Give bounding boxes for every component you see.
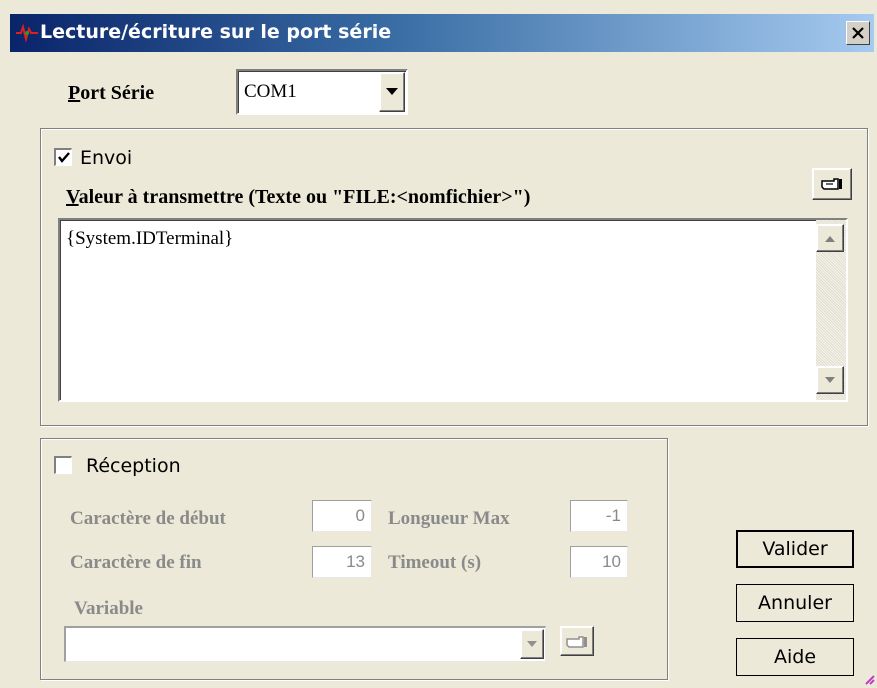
variable-label: Variable — [74, 598, 143, 619]
reception-checkbox[interactable] — [54, 456, 72, 474]
value-textarea[interactable]: {System.IDTerminal} — [58, 218, 848, 402]
ok-button[interactable]: Valider — [736, 530, 854, 568]
chevron-down-icon — [386, 88, 398, 95]
end-char-label: Caractère de fin — [70, 552, 202, 573]
arrow-down-icon — [825, 377, 835, 383]
timeout-label: Timeout (s) — [388, 552, 482, 573]
variable-dropdown-button[interactable] — [520, 629, 544, 659]
port-dropdown-button[interactable] — [379, 72, 405, 112]
close-button[interactable] — [846, 21, 870, 45]
value-label-text: aleur à transmettre (Texte ou "FILE:<nom… — [78, 186, 531, 208]
port-label-text: ort Série — [80, 82, 155, 104]
window-title: Lecture/écriture sur le port série — [40, 21, 392, 43]
start-char-label: Caractère de début — [70, 508, 226, 529]
end-char-field[interactable]: 13 — [312, 546, 372, 578]
envoi-label[interactable]: Envoi — [80, 147, 132, 169]
checkmark-icon — [58, 152, 70, 163]
port-select-value: COM1 — [244, 81, 297, 102]
max-length-field[interactable]: -1 — [570, 500, 628, 532]
port-select[interactable]: COM1 — [236, 69, 408, 115]
help-button[interactable]: Aide — [736, 638, 854, 676]
value-label-accel: V — [66, 186, 79, 208]
scroll-up-button[interactable] — [816, 224, 844, 252]
serial-signal-icon — [16, 24, 38, 42]
cancel-button[interactable]: Annuler — [736, 584, 854, 622]
timeout-field[interactable]: 10 — [570, 546, 628, 578]
value-textarea-text: {System.IDTerminal} — [66, 228, 234, 249]
envoi-checkbox[interactable] — [54, 148, 72, 166]
port-label: Port Série — [68, 82, 154, 105]
value-label: Valeur à transmettre (Texte ou "FILE:<no… — [66, 186, 530, 209]
resize-grip-icon[interactable] — [862, 672, 876, 686]
variable-picker-button[interactable] — [560, 626, 594, 656]
arrow-up-icon — [825, 236, 835, 242]
title-bar[interactable]: Lecture/écriture sur le port série — [10, 14, 874, 52]
reception-label[interactable]: Réception — [86, 455, 181, 477]
variable-select[interactable] — [64, 626, 546, 662]
start-char-field[interactable]: 0 — [312, 500, 372, 532]
serial-port-dialog: Lecture/écriture sur le port série Port … — [0, 0, 877, 688]
chevron-down-icon — [527, 641, 537, 647]
close-icon — [852, 27, 864, 39]
max-length-label: Longueur Max — [388, 508, 510, 529]
textarea-scrollbar[interactable] — [816, 220, 846, 400]
scroll-down-button[interactable] — [816, 366, 844, 394]
pointing-hand-icon — [821, 178, 842, 190]
port-label-accel: P — [68, 82, 81, 104]
pointing-hand-icon — [566, 636, 587, 648]
insert-variable-button[interactable] — [812, 168, 852, 200]
